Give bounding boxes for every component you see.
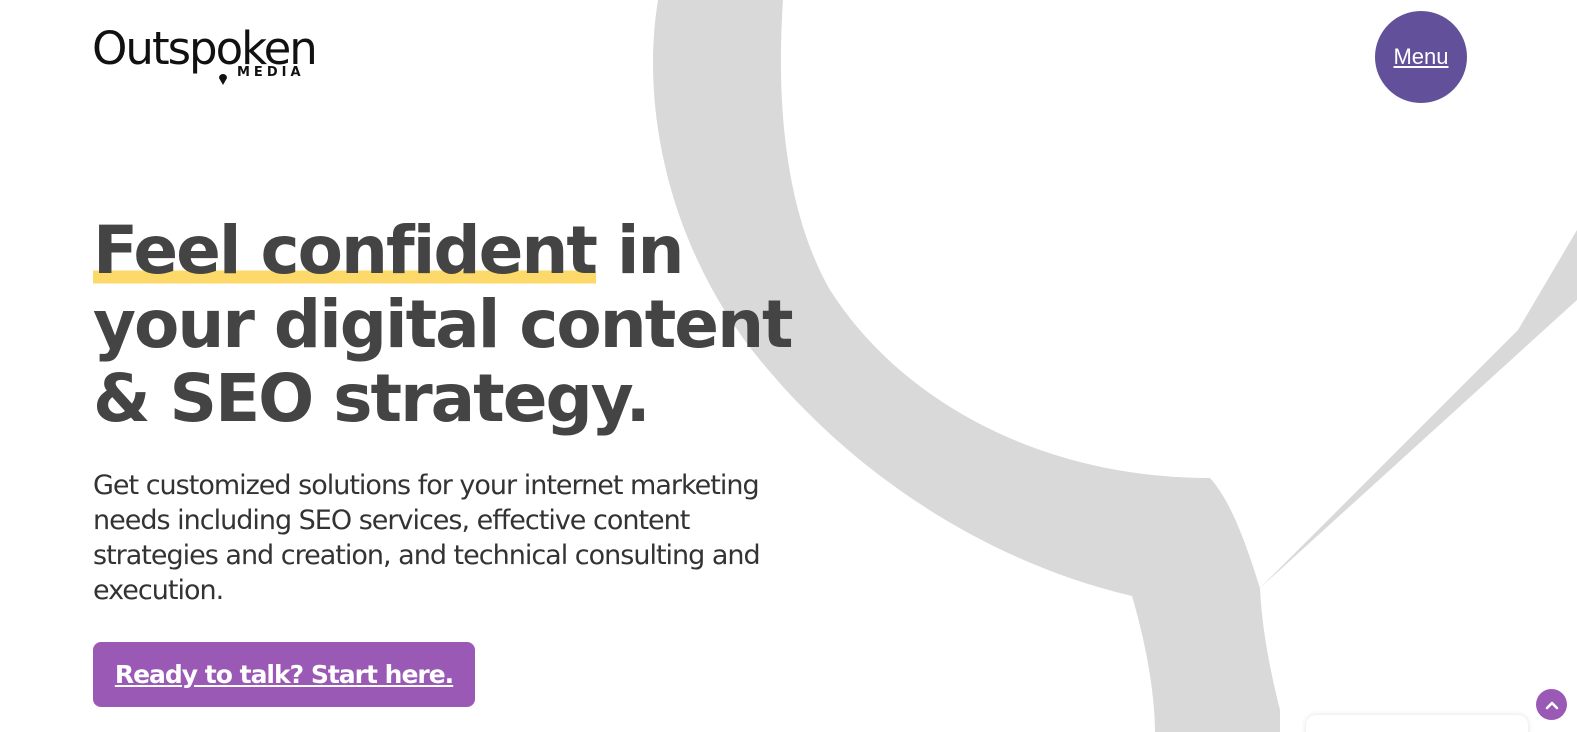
start-here-button[interactable]: Ready to talk? Start here. xyxy=(93,642,475,707)
headline-highlight: Feel confident xyxy=(93,212,598,289)
chat-widget-panel[interactable] xyxy=(1306,715,1528,732)
hero-headline: Feel confident in your digital content &… xyxy=(93,212,813,436)
chevron-up-icon xyxy=(1545,701,1558,709)
map-pin-icon xyxy=(219,74,227,85)
menu-button[interactable]: Menu xyxy=(1375,11,1467,103)
logo-subtitle: MEDIA xyxy=(237,65,305,80)
hero-subtext: Get customized solutions for your intern… xyxy=(93,470,761,606)
brand-logo[interactable]: Outspoken MEDIA xyxy=(92,26,327,86)
back-to-top-button[interactable] xyxy=(1536,689,1567,720)
